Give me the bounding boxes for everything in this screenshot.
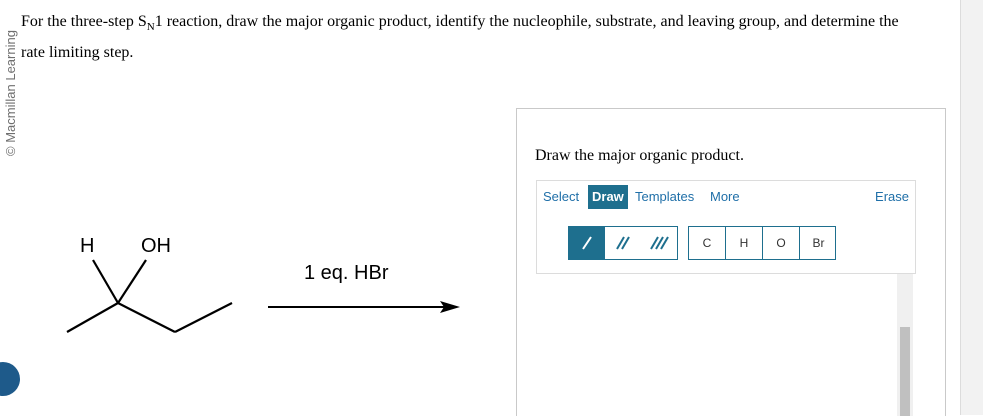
mol-bond-left bbox=[66, 302, 119, 333]
mol-bond-ethyl bbox=[174, 302, 233, 333]
drawing-toolbar: Select Draw Templates More Erase C H O B… bbox=[536, 180, 916, 274]
canvas-scrollbar-thumb[interactable] bbox=[900, 327, 910, 416]
double-bond-icon[interactable] bbox=[605, 227, 641, 259]
mol-bond-oh bbox=[117, 259, 147, 304]
bond-tool-group bbox=[568, 226, 678, 260]
drawing-panel: Draw the major organic product. Select D… bbox=[516, 108, 946, 416]
single-bond-icon[interactable] bbox=[569, 227, 605, 259]
atom-o-button[interactable]: O bbox=[763, 227, 800, 259]
atom-tool-group: C H O Br bbox=[688, 226, 836, 260]
triple-bond-icon[interactable] bbox=[641, 227, 677, 259]
atom-h-button[interactable]: H bbox=[726, 227, 763, 259]
mol-bond-h bbox=[92, 259, 119, 304]
tab-templates[interactable]: Templates bbox=[631, 185, 698, 209]
atom-label-oh: OH bbox=[141, 235, 171, 257]
tab-draw[interactable]: Draw bbox=[588, 185, 628, 209]
page-scrollbar[interactable] bbox=[960, 0, 983, 415]
erase-button[interactable]: Erase bbox=[875, 185, 909, 209]
reagent-label: 1 eq. HBr bbox=[304, 262, 389, 284]
atom-label-h: H bbox=[80, 235, 94, 257]
panel-title: Draw the major organic product. bbox=[535, 147, 744, 164]
tab-select[interactable]: Select bbox=[539, 185, 583, 209]
mol-bond-right bbox=[117, 302, 176, 333]
reaction-scheme: H OH 1 eq. HBr bbox=[66, 235, 460, 333]
tab-more[interactable]: More bbox=[706, 185, 744, 209]
atom-c-button[interactable]: C bbox=[689, 227, 726, 259]
atom-br-button[interactable]: Br bbox=[800, 227, 837, 259]
